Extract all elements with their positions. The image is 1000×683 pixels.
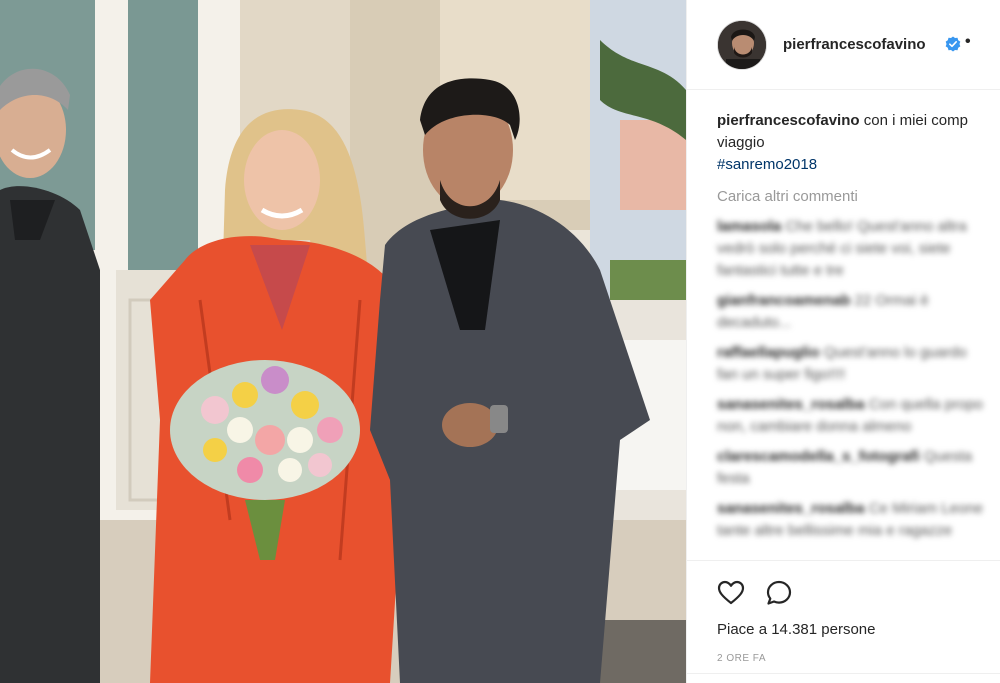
post-timestamp[interactable]: 2 ORE FA — [717, 653, 766, 664]
comment-username[interactable]: sanasenites_rosalba — [717, 500, 865, 517]
comment-line: gianfrancoamenab 22 Ormai è — [717, 290, 1000, 312]
comment-line: tante altre bellissime mia e ragazze — [717, 520, 1000, 542]
likes-number: 14.381 — [771, 621, 818, 638]
post-side-panel: pierfrancescofavino • pierfrancescofavin… — [686, 0, 1000, 683]
actions-bar: Piace a 14.381 persone 2 ORE FA — [687, 560, 1000, 683]
comment-line: festa — [717, 468, 1000, 490]
verified-badge-icon — [945, 36, 961, 52]
comment-username[interactable]: lamasola — [717, 218, 781, 235]
comment-username[interactable]: raffaellapuglio — [717, 344, 820, 361]
comment-text: tante altre bellissime mia e ragazze — [717, 522, 953, 539]
likes-count[interactable]: Piace a 14.381 persone — [717, 621, 876, 638]
comment-line: vedrò solo perché ci siete voi, siete — [717, 238, 1000, 260]
comment-line: clarescamodella_s_fotografi Questa — [717, 446, 1000, 468]
post-header: pierfrancescofavino • — [687, 0, 1000, 90]
comment-username[interactable]: gianfrancoamenab — [717, 292, 850, 309]
heart-icon[interactable] — [717, 579, 745, 607]
hashtag-link[interactable]: #sanremo2018 — [717, 154, 1000, 176]
comment-text: Ce Miriam Leone — [868, 500, 983, 517]
comments-section: pierfrancescofavino con i miei comp viag… — [717, 110, 1000, 542]
likes-prefix: Piace a — [717, 621, 768, 638]
comment-line: sanasenites_rosalba Con quella propo — [717, 394, 1000, 416]
comment-line: fantastici tutte e tre — [717, 260, 1000, 282]
header-separator: • — [965, 33, 971, 50]
caption-line-2: viaggio — [717, 134, 765, 151]
comment-text: Questa — [923, 448, 973, 465]
caption-username[interactable]: pierfrancescofavino — [717, 112, 860, 129]
comment-text: non, cambiare donna almeno — [717, 418, 912, 435]
comment-username[interactable]: sanasenites_rosalba — [717, 396, 865, 413]
comment-text: Con quella propo — [868, 396, 984, 413]
caption-text: con i miei comp — [863, 112, 968, 129]
caption: pierfrancescofavino con i miei comp — [717, 110, 1000, 132]
comment-line: sanasenites_rosalba Ce Miriam Leone — [717, 498, 1000, 520]
comment-line: lamasola Che bello! Quest'anno altra — [717, 216, 1000, 238]
username-link[interactable]: pierfrancescofavino — [783, 36, 926, 53]
comment-line: non, cambiare donna almeno — [717, 416, 1000, 438]
post-photo-illustration — [0, 0, 686, 683]
comment-icon[interactable] — [765, 579, 793, 607]
comment-text: vedrò solo perché ci siete voi, siete — [717, 240, 951, 257]
comment-text: decaduto... — [717, 314, 792, 331]
comment-text: festa — [717, 470, 750, 487]
load-more-comments-link[interactable]: Carica altri commenti — [717, 186, 1000, 208]
divider — [687, 673, 1000, 674]
avatar[interactable] — [717, 20, 767, 70]
comment-line: decaduto... — [717, 312, 1000, 334]
comment-text: Quest'anno lo guardo — [823, 344, 967, 361]
comment-text: fan un super figo!!!! — [717, 366, 846, 383]
comment-username[interactable]: clarescamodella_s_fotografi — [717, 448, 920, 465]
likes-suffix: persone — [821, 621, 876, 638]
comment-line: fan un super figo!!!! — [717, 364, 1000, 386]
post-photo[interactable] — [0, 0, 686, 683]
comment-line: raffaellapuglio Quest'anno lo guardo — [717, 342, 1000, 364]
comment-text: Che bello! Quest'anno altra — [785, 218, 967, 235]
comment-text: fantastici tutte e tre — [717, 262, 844, 279]
avatar-image — [718, 21, 766, 69]
blurred-comments: lamasola Che bello! Quest'anno altra vedr… — [717, 216, 1000, 542]
comment-text: 22 Ormai è — [854, 292, 929, 309]
